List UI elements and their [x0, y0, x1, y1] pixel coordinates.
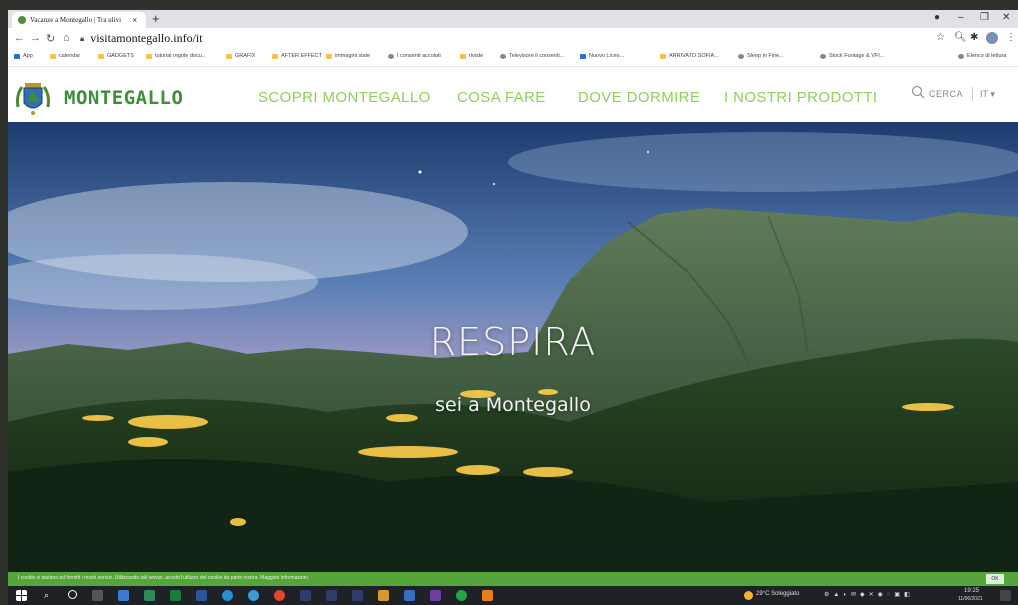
reading-list-icon — [958, 53, 964, 59]
back-icon[interactable]: ← — [14, 32, 25, 44]
system-tray-icons[interactable]: ⚙▲◐✉◆✕◉◌▣◧ — [824, 591, 914, 598]
bookmark-item[interactable]: tutorial regole docu... — [146, 53, 206, 59]
folder-icon — [98, 53, 104, 59]
globe-icon — [388, 53, 394, 59]
site-header: MONTEGALLO SCOPRI MONTEGALLO COSA FARE D… — [8, 67, 1018, 122]
folder-icon — [660, 53, 666, 59]
word-icon[interactable] — [196, 590, 207, 601]
search-icon[interactable] — [911, 85, 925, 99]
bookmark-item[interactable]: riviste — [460, 53, 483, 59]
apps-icon — [14, 53, 20, 59]
site-icon — [820, 53, 826, 59]
nav-cosa-fare[interactable]: COSA FARE — [457, 89, 546, 106]
hero-subtitle: sei a Montegallo — [435, 394, 591, 416]
folder-icon — [272, 53, 278, 59]
folder-icon — [326, 53, 332, 59]
bookmark-item[interactable]: Stock Footage & VFI... — [820, 53, 884, 59]
site-brand[interactable]: MONTEGALLO — [64, 87, 183, 109]
photoshop-icon[interactable] — [300, 590, 311, 601]
whatsapp-icon[interactable] — [456, 590, 467, 601]
photoshop-icon[interactable] — [326, 590, 337, 601]
bookmark-item[interactable]: AFTER EFFECT — [272, 53, 322, 59]
nav-dove-dormire[interactable]: DOVE DORMIRE — [578, 89, 700, 106]
weather-icon — [744, 591, 753, 600]
address-bar: ← → ↻ ⌂ 🔒︎ visitamontegallo.info/it ☆ 🔍︎… — [8, 28, 1018, 51]
cookie-accept-button[interactable]: OK — [986, 574, 1004, 584]
cortana-icon[interactable] — [68, 590, 77, 599]
windows-start-icon[interactable] — [16, 590, 27, 601]
bookmark-item[interactable]: GADGETS — [98, 53, 134, 59]
bookmark-item[interactable]: immagini slate — [326, 53, 370, 59]
lock-icon: 🔒︎ — [80, 33, 85, 43]
minimize-icon[interactable]: – — [958, 12, 964, 23]
reload-icon[interactable]: ↻ — [46, 32, 55, 45]
favicon-icon — [18, 16, 26, 24]
record-icon[interactable]: ● — [934, 12, 940, 23]
menu-icon[interactable]: ⋮ — [1006, 32, 1016, 43]
globe-icon — [738, 53, 744, 59]
folder-icon — [146, 53, 152, 59]
profile-avatar[interactable] — [986, 32, 998, 44]
edge-icon[interactable] — [222, 590, 233, 601]
app-icon[interactable] — [144, 590, 155, 601]
nav-i-nostri-prodotti[interactable]: I NOSTRI PRODOTTI — [724, 89, 877, 106]
clock-time[interactable]: 19:25 — [964, 588, 979, 594]
search-label[interactable]: CERCA — [929, 89, 963, 99]
excel-icon[interactable] — [170, 590, 181, 601]
app-icon[interactable] — [404, 590, 415, 601]
url-text: visitamontegallo.info/it — [90, 31, 203, 45]
notifications-icon[interactable] — [1000, 590, 1011, 601]
vlc-icon[interactable] — [482, 590, 493, 601]
hero-title: RESPIRA — [429, 320, 597, 364]
photoshop-icon[interactable] — [352, 590, 363, 601]
restore-icon[interactable]: ❐ — [980, 12, 989, 23]
bookmark-item[interactable]: I consenti accolati — [388, 53, 441, 59]
zoom-icon[interactable]: 🔍︎ — [954, 32, 967, 43]
coat-of-arms-logo[interactable] — [12, 77, 54, 119]
browser-tab[interactable]: Vacanze a Montegallo | Tra ulivi × — [12, 12, 146, 28]
weather-text[interactable]: 29°C Soleggiato — [756, 591, 799, 597]
new-tab-button[interactable]: + — [152, 12, 160, 26]
screen: Vacanze a Montegallo | Tra ulivi × + ● –… — [8, 10, 1018, 605]
bookmark-item[interactable]: calendar — [50, 53, 80, 59]
bookmark-item[interactable]: Sleep in Fine... — [738, 53, 784, 59]
edge-icon[interactable] — [248, 590, 259, 601]
divider — [972, 87, 973, 101]
forward-icon[interactable]: → — [30, 32, 41, 44]
cookie-banner: I cookie ci aiutano ad fornirti i nostri… — [8, 572, 1018, 586]
close-window-icon[interactable]: ✕ — [1002, 12, 1010, 23]
bookmark-item[interactable]: Televisore il consenti... — [500, 53, 564, 59]
nav-scopri-montegallo[interactable]: SCOPRI MONTEGALLO — [258, 89, 431, 106]
task-view-icon[interactable] — [92, 590, 103, 601]
cookie-text: I cookie ci aiutano ad fornirti i nostri… — [18, 575, 308, 581]
clock-date[interactable]: 11/06/2021 — [958, 596, 983, 602]
hero-banner: RESPIRA sei a Montegallo — [8, 122, 1018, 582]
bookmarks-bar: App calendar GADGETS tutorial regole doc… — [8, 50, 1018, 67]
bookmark-item[interactable]: App — [14, 53, 33, 59]
chrome-icon[interactable] — [274, 590, 285, 601]
bookmark-item[interactable]: ARRIVATO SOFIA... — [660, 53, 719, 59]
folder-icon — [226, 53, 232, 59]
globe-icon — [500, 53, 506, 59]
file-explorer-icon[interactable] — [378, 590, 389, 601]
site-icon — [580, 53, 586, 59]
language-selector[interactable]: IT ▾ — [980, 89, 995, 100]
search-icon[interactable]: ⌕ — [44, 590, 55, 601]
tab-title: Vacanze a Montegallo | Tra ulivi — [30, 16, 122, 24]
folder-icon — [460, 53, 466, 59]
reading-list[interactable]: Elenco di lettura — [958, 53, 1006, 59]
bookmark-item[interactable]: GRAFIX — [226, 53, 255, 59]
close-tab-icon[interactable]: × — [132, 15, 137, 25]
bookmark-star-icon[interactable]: ☆ — [936, 32, 945, 43]
url-field[interactable]: 🔒︎ visitamontegallo.info/it — [80, 31, 720, 46]
home-icon[interactable]: ⌂ — [63, 32, 70, 44]
app-icon[interactable] — [118, 590, 129, 601]
bookmark-item[interactable]: Nuovo Liceo... — [580, 53, 624, 59]
app-icon[interactable] — [430, 590, 441, 601]
tab-bar: Vacanze a Montegallo | Tra ulivi × + ● –… — [8, 10, 1018, 28]
folder-icon — [50, 53, 56, 59]
monitor-frame: Vacanze a Montegallo | Tra ulivi × + ● –… — [0, 0, 1018, 605]
extension-icon[interactable]: ✱ — [970, 32, 978, 43]
windows-taskbar: ⌕ 29°C Soleggiato ⚙▲◐✉◆✕◉◌▣◧ 19:25 11/06… — [8, 586, 1018, 605]
